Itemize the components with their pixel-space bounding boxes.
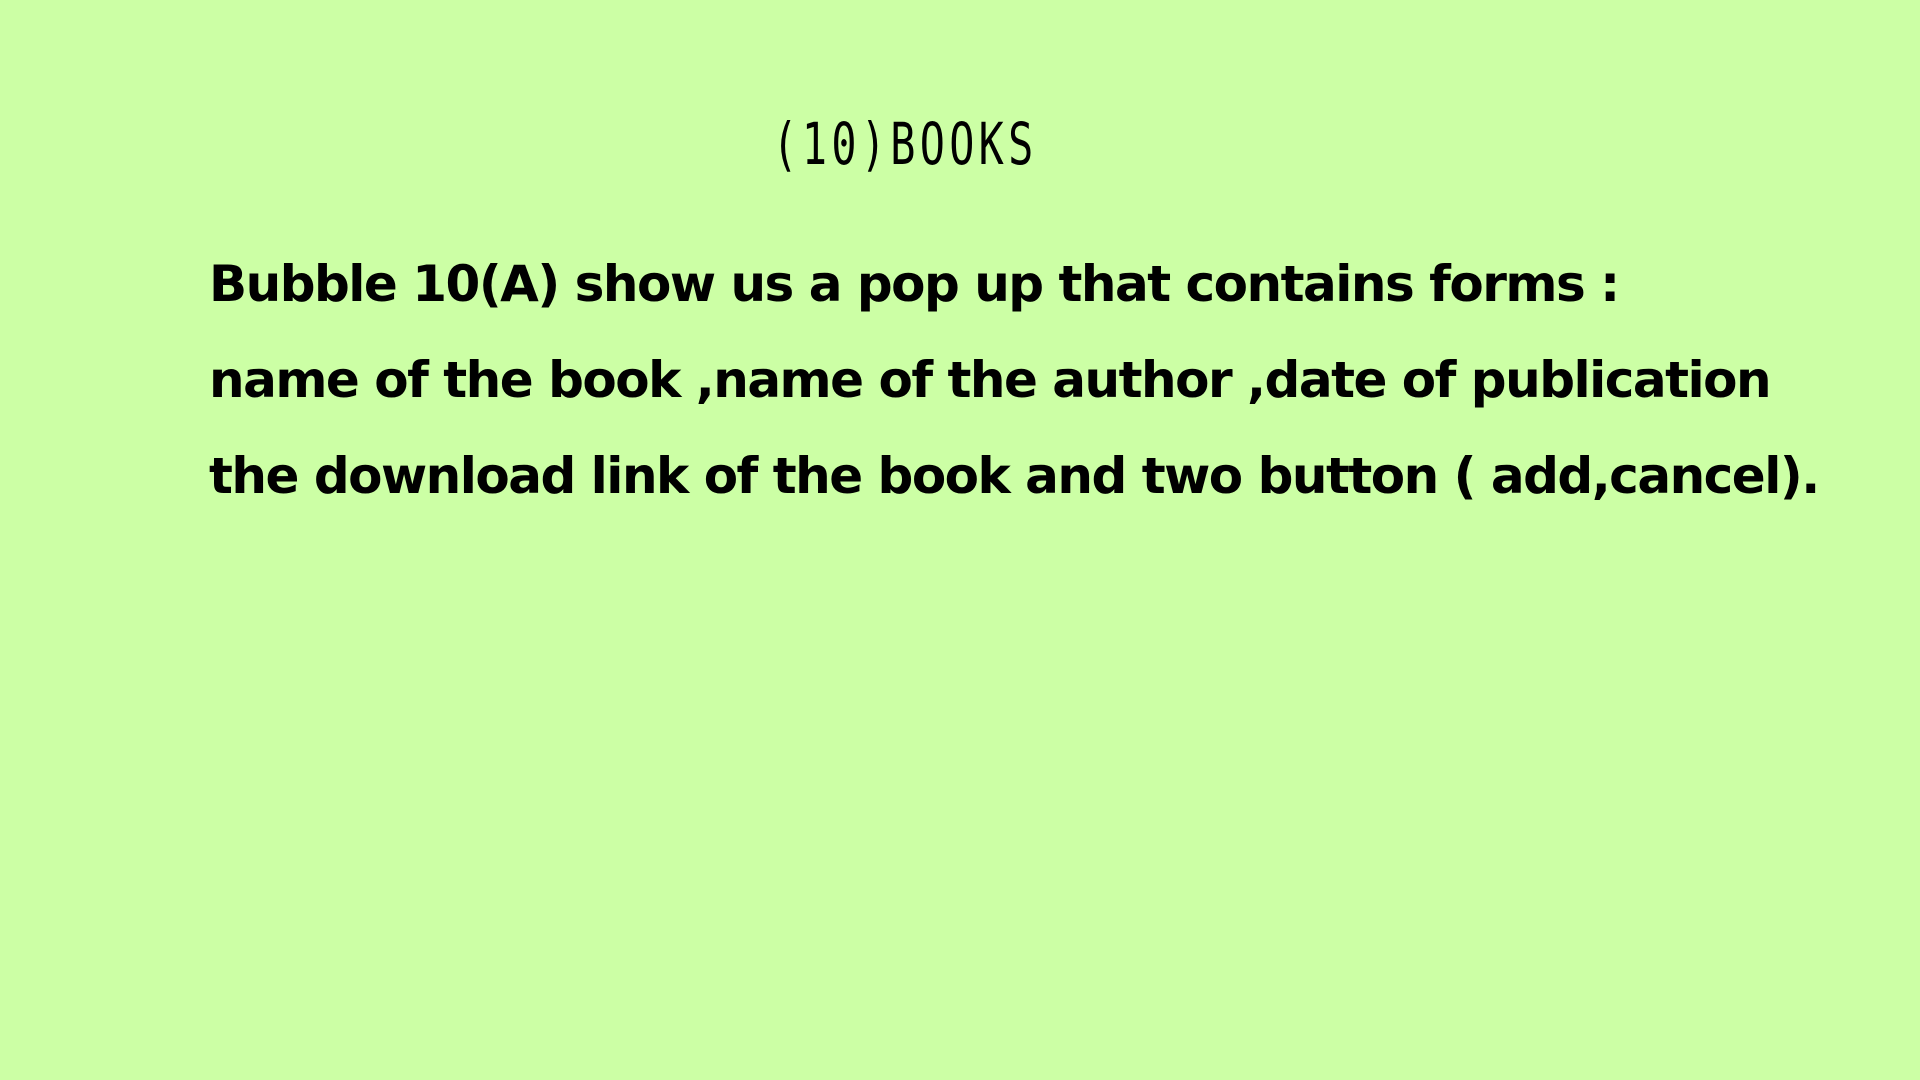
slide-body: Bubble 10(A) show us a pop up that conta… [209,236,1820,524]
slide-canvas: (10)BOOKS Bubble 10(A) show us a pop up … [0,0,1920,1080]
body-line-2: name of the book ,name of the author ,da… [209,351,1772,409]
body-line-3: the download link of the book and two bu… [209,447,1820,505]
slide-title: (10)BOOKS [772,110,1038,178]
body-line-1: Bubble 10(A) show us a pop up that conta… [209,255,1620,313]
